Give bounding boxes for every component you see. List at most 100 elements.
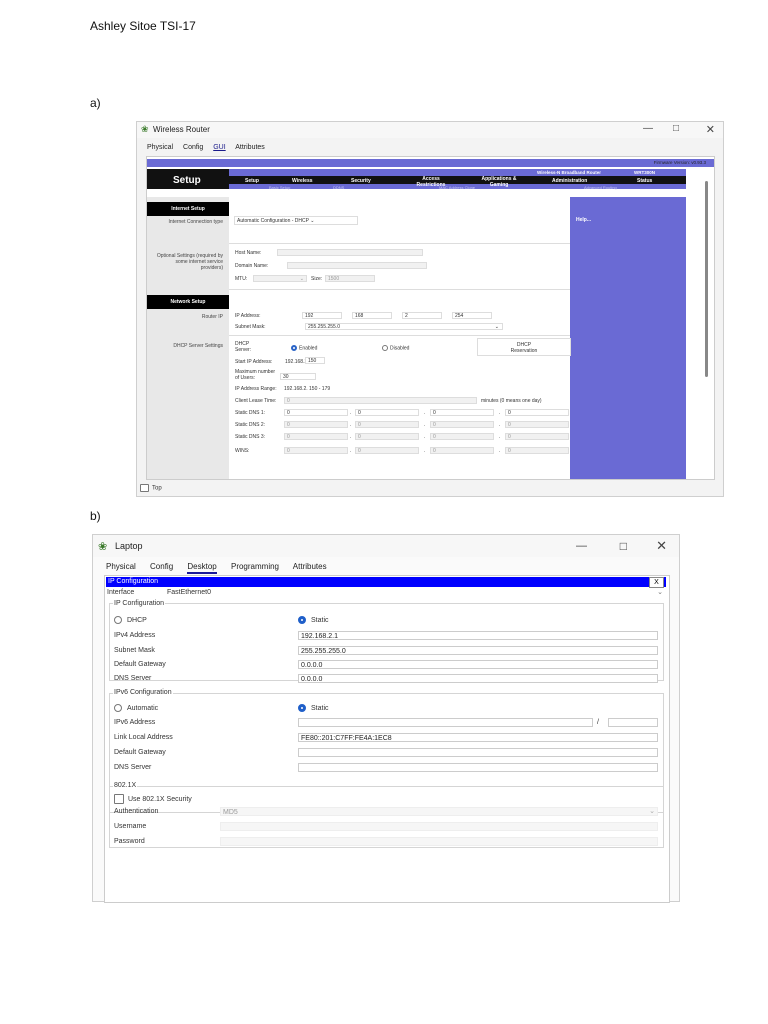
password-input[interactable] [220, 837, 658, 846]
tab-gui[interactable]: GUI [213, 144, 225, 151]
router-scrollbar[interactable] [705, 181, 708, 377]
dhcp-enabled-radio[interactable]: Enabled [291, 345, 317, 351]
ipv6-address-input[interactable] [298, 718, 593, 727]
dns3-octet-4[interactable]: 0 [505, 433, 569, 440]
interface-select[interactable]: FastEthernet0 ⌄ [167, 589, 665, 598]
dns3-octet-1[interactable]: 0 [284, 433, 348, 440]
mtu-select[interactable]: ⌄ [253, 275, 307, 282]
dns3-octet-3[interactable]: 0 [430, 433, 494, 440]
subnet-mask-select[interactable]: 255.255.255.0 ⌄ [305, 323, 503, 330]
dot-separator: . [499, 434, 501, 440]
default-gateway-input[interactable]: 0.0.0.0 [298, 660, 658, 669]
tab-physical[interactable]: Physical [147, 144, 173, 151]
ip-octet-2-value: 168 [355, 313, 364, 319]
ip-octet-3[interactable]: 2 [402, 312, 442, 319]
wins-octet-4[interactable]: 0 [505, 447, 569, 454]
size-input[interactable]: 1500 [325, 275, 375, 282]
dns1-octet-4[interactable]: 0 [505, 409, 569, 416]
maximize-icon[interactable]: □ [620, 539, 627, 553]
dhcp-radio-label: DHCP [127, 616, 147, 624]
minimize-icon[interactable]: — [576, 540, 587, 552]
top-checkbox[interactable]: Top [140, 484, 162, 492]
nav-security[interactable]: Security [351, 178, 371, 184]
nav-applications-gaming[interactable]: Applications & Gaming [475, 176, 523, 188]
dns2-octet-1[interactable]: 0 [284, 421, 348, 428]
dns1-octet-2[interactable]: 0 [355, 409, 419, 416]
tab-desktop[interactable]: Desktop [187, 562, 217, 574]
tab-programming[interactable]: Programming [231, 562, 279, 571]
dns-server-input[interactable]: 0.0.0.0 [298, 674, 658, 683]
dhcp-server-settings-label: DHCP Server Settings [173, 343, 223, 349]
nav-setup[interactable]: Setup [245, 178, 259, 184]
tab-attributes[interactable]: Attributes [235, 144, 265, 151]
ip-config-close-button[interactable]: X [649, 577, 664, 588]
username-input[interactable] [220, 822, 658, 831]
network-setup-header: Network Setup [147, 295, 229, 309]
subnav-ddns[interactable]: DDNS [333, 185, 344, 190]
wins-octet-3[interactable]: 0 [430, 447, 494, 454]
client-lease-input[interactable]: 0 [284, 397, 477, 404]
connection-type-select[interactable]: Automatic Configuration - DHCP ⌄ [234, 216, 358, 225]
max-users-input[interactable]: 30 [280, 373, 316, 380]
nav-status[interactable]: Status [637, 178, 652, 184]
dns1-octet-3[interactable]: 0 [430, 409, 494, 416]
subnav-basic-setup[interactable]: Basic Setup [269, 185, 290, 190]
dns2-octet-3[interactable]: 0 [430, 421, 494, 428]
close-icon[interactable]: ✕ [706, 123, 715, 136]
dhcp-disabled-radio[interactable]: Disabled [382, 345, 409, 351]
dot-separator: . [499, 410, 501, 416]
ip-octet-4-value: 254 [455, 313, 464, 319]
use-dot1x-checkbox[interactable]: Use 802.1X Security [114, 794, 192, 804]
subnav-advanced-routing[interactable]: Advanced Routing [584, 185, 617, 190]
start-ip-input[interactable]: 150 [305, 357, 325, 364]
ipv4-address-input[interactable]: 192.168.2.1 [298, 631, 658, 640]
tab-config[interactable]: Config [150, 562, 173, 571]
ip-octet-4[interactable]: 254 [452, 312, 492, 319]
help-link[interactable]: Help... [576, 217, 591, 223]
ipv6-dns-input[interactable] [298, 763, 658, 772]
ip-octet-1[interactable]: 192 [302, 312, 342, 319]
subnav-mac-clone[interactable]: MAC Address Clone [439, 185, 475, 190]
tab-config[interactable]: Config [183, 144, 203, 151]
authentication-select[interactable]: MD5 ⌄ [220, 807, 658, 816]
tab-physical[interactable]: Physical [106, 562, 136, 571]
domain-name-input[interactable] [287, 262, 427, 269]
nav-wireless[interactable]: Wireless [292, 178, 313, 184]
dns2-octet-2[interactable]: 0 [355, 421, 419, 428]
size-value: 1500 [328, 276, 340, 282]
subnet-mask-input[interactable]: 255.255.255.0 [298, 646, 658, 655]
help-panel: Help... [570, 197, 686, 479]
dns1-octet-1-value: 0 [287, 410, 290, 416]
ip-config-title: IP Configuration [108, 578, 159, 585]
maximize-icon[interactable]: □ [673, 123, 679, 134]
ip-octet-2[interactable]: 168 [352, 312, 392, 319]
dns1-octet-1[interactable]: 0 [284, 409, 348, 416]
laptop-window-title: Laptop [115, 541, 143, 551]
ipv6-static-radio[interactable]: Static [298, 704, 329, 712]
wins-octet-1[interactable]: 0 [284, 447, 348, 454]
dhcp-radio[interactable]: DHCP [114, 616, 147, 624]
dhcp-reservation-label: DHCP Reservation [510, 342, 538, 354]
link-local-input[interactable]: FE80::201:C7FF:FE4A:1EC8 [298, 733, 658, 742]
ipv6-prefix-input[interactable] [608, 718, 658, 727]
packet-tracer-icon: ❀ [98, 541, 108, 553]
dns2-octet-4[interactable]: 0 [505, 421, 569, 428]
close-icon[interactable]: ✕ [656, 538, 667, 554]
static-radio[interactable]: Static [298, 616, 329, 624]
dns3-octet-2[interactable]: 0 [355, 433, 419, 440]
dhcp-reservation-button[interactable]: DHCP Reservation [477, 338, 571, 356]
setup-heading: Setup [173, 175, 201, 186]
chevron-down-icon: ⌄ [649, 808, 655, 815]
size-label: Size: [311, 276, 323, 282]
ipv6-gateway-input[interactable] [298, 748, 658, 757]
host-name-input[interactable] [277, 249, 423, 256]
nav-administration[interactable]: Administration [552, 178, 587, 184]
minimize-icon[interactable]: — [643, 123, 653, 134]
automatic-radio[interactable]: Automatic [114, 704, 158, 712]
desktop-panel: IP Configuration X Interface FastEtherne… [104, 575, 670, 903]
wins-octet-2-value: 0 [358, 448, 361, 454]
tab-attributes[interactable]: Attributes [293, 562, 327, 571]
laptop-window: ❀ Laptop — □ ✕ Physical Config Desktop P… [92, 534, 680, 903]
wins-octet-2[interactable]: 0 [355, 447, 419, 454]
radio-selected-icon [298, 616, 306, 624]
